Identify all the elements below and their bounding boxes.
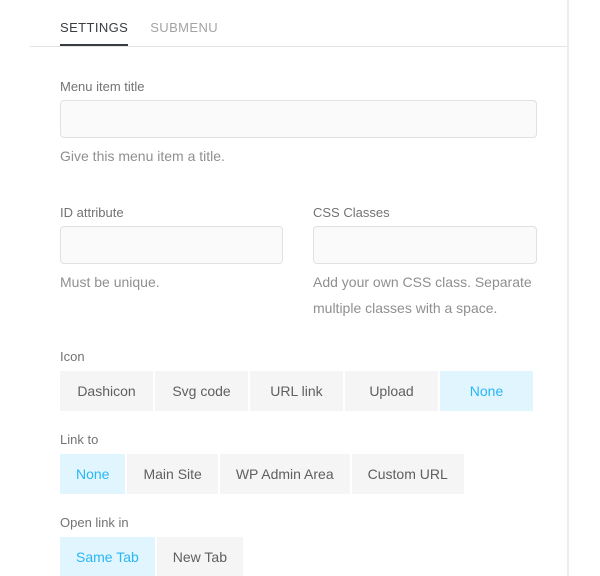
css-classes-input[interactable] [313, 226, 537, 264]
open-link-in-button-group: Same TabNew Tab [60, 537, 537, 576]
open-link-in-option-same-tab[interactable]: Same Tab [60, 537, 155, 576]
icon-option-none[interactable]: None [440, 371, 533, 411]
tabs-bar: SETTINGS SUBMENU [0, 0, 600, 47]
css-classes-help: Add your own CSS class. Separate multipl… [313, 269, 537, 321]
menu-item-title-help: Give this menu item a title. [60, 143, 537, 169]
icon-option-dashicon[interactable]: Dashicon [60, 371, 153, 411]
tab-submenu[interactable]: SUBMENU [150, 20, 218, 35]
open-link-in-section: Open link in Same TabNew Tab [60, 515, 537, 576]
css-classes-field: CSS Classes Add your own CSS class. Sepa… [313, 205, 537, 321]
id-attribute-field: ID attribute Must be unique. [60, 205, 283, 321]
id-attribute-help: Must be unique. [60, 269, 283, 295]
icon-option-svg-code[interactable]: Svg code [155, 371, 248, 411]
icon-label: Icon [60, 349, 537, 364]
menu-item-title-input[interactable] [60, 100, 537, 138]
open-link-in-label: Open link in [60, 515, 537, 530]
attributes-row: ID attribute Must be unique. CSS Classes… [60, 205, 537, 321]
icon-button-group: DashiconSvg codeURL linkUploadNone [60, 371, 537, 411]
link-to-label: Link to [60, 432, 537, 447]
link-to-option-none[interactable]: None [60, 454, 125, 494]
tabs-divider [30, 46, 567, 47]
link-to-section: Link to NoneMain SiteWP Admin AreaCustom… [60, 432, 537, 494]
link-to-button-group: NoneMain SiteWP Admin AreaCustom URL [60, 454, 537, 494]
css-classes-label: CSS Classes [313, 205, 537, 220]
icon-option-url-link[interactable]: URL link [250, 371, 343, 411]
open-link-in-option-new-tab[interactable]: New Tab [157, 537, 243, 576]
tab-settings[interactable]: SETTINGS [60, 20, 128, 35]
link-to-option-custom-url[interactable]: Custom URL [352, 454, 464, 494]
link-to-option-main-site[interactable]: Main Site [127, 454, 217, 494]
id-attribute-label: ID attribute [60, 205, 283, 220]
id-attribute-input[interactable] [60, 226, 283, 264]
link-to-option-wp-admin-area[interactable]: WP Admin Area [220, 454, 350, 494]
panel-right-border [567, 0, 569, 576]
settings-panel: SETTINGS SUBMENU Menu item title Give th… [0, 0, 600, 576]
menu-item-title-label: Menu item title [60, 79, 537, 94]
menu-item-title-field: Menu item title Give this menu item a ti… [60, 79, 537, 169]
icon-section: Icon DashiconSvg codeURL linkUploadNone [60, 349, 537, 411]
icon-option-upload[interactable]: Upload [345, 371, 438, 411]
